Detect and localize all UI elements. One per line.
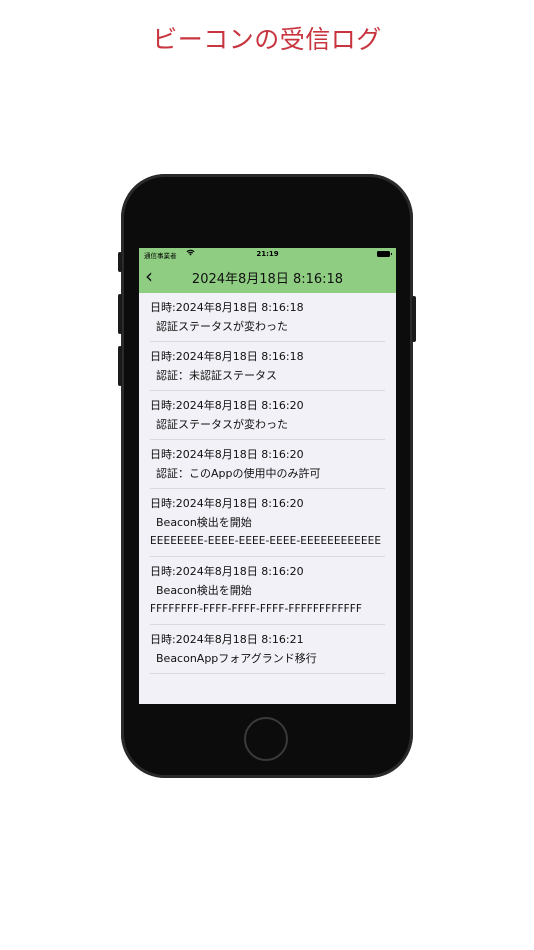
log-date: 日時:2024年8月18日 8:16:21: [150, 633, 304, 646]
log-message: 認証：未認証ステータス: [156, 369, 277, 382]
log-item[interactable]: 日時:2024年8月18日 8:16:20 認証ステータスが変わった: [150, 391, 385, 440]
page-headline: ビーコンの受信ログ: [152, 25, 382, 54]
log-message: 認証：このAppの使用中のみ許可: [156, 467, 321, 480]
battery-icon: [377, 251, 392, 257]
mute-switch: [118, 252, 122, 272]
log-date: 日時:2024年8月18日 8:16:20: [150, 399, 304, 412]
log-item[interactable]: 日時:2024年8月18日 8:16:20 Beacon検出を開始 EEEEEE…: [150, 489, 385, 557]
log-uuid: EEEEEEEE-EEEE-EEEE-EEEE-EEEEEEEEEEEE: [150, 535, 382, 547]
log-date: 日時:2024年8月18日 8:16:20: [150, 565, 304, 578]
log-message: BeaconAppフォアグランド移行: [156, 652, 317, 665]
log-date: 日時:2024年8月18日 8:16:18: [150, 301, 304, 314]
navigation-bar: ‹ 2024年8月18日 8:16:18: [139, 261, 396, 293]
log-message: Beacon検出を開始: [156, 584, 252, 597]
log-list: 日時:2024年8月18日 8:16:18 認証ステータスが変わった 日時:20…: [139, 293, 396, 674]
log-item[interactable]: 日時:2024年8月18日 8:16:18 認証：未認証ステータス: [150, 342, 385, 391]
phone-screen: 通信事業者 21:19 ‹ 2024年8月18日 8:16:18 日時:2024…: [139, 248, 396, 704]
phone-frame: 通信事業者 21:19 ‹ 2024年8月18日 8:16:18 日時:2024…: [118, 174, 416, 778]
log-message: Beacon検出を開始: [156, 516, 252, 529]
home-button[interactable]: [244, 717, 288, 761]
log-item[interactable]: 日時:2024年8月18日 8:16:18 認証ステータスが変わった: [150, 293, 385, 342]
log-item[interactable]: 日時:2024年8月18日 8:16:20 認証：このAppの使用中のみ許可: [150, 440, 385, 489]
volume-down-button: [118, 346, 122, 386]
log-item[interactable]: 日時:2024年8月18日 8:16:21 BeaconAppフォアグランド移行: [150, 625, 385, 674]
log-message: 認証ステータスが変わった: [156, 418, 288, 431]
status-bar: 通信事業者 21:19: [139, 248, 396, 261]
nav-title: 2024年8月18日 8:16:18: [191, 272, 344, 287]
log-date: 日時:2024年8月18日 8:16:18: [150, 350, 304, 363]
app-store-screenshot: ビーコンの受信ログ 通信事業者 21:19 ‹ 2024年8月18日 8:16:…: [0, 0, 534, 950]
log-date: 日時:2024年8月18日 8:16:20: [150, 497, 304, 510]
log-item[interactable]: 日時:2024年8月18日 8:16:20 Beacon検出を開始 FFFFFF…: [150, 557, 385, 625]
log-uuid: FFFFFFFF-FFFF-FFFF-FFFF-FFFFFFFFFFFF: [150, 603, 363, 615]
log-date: 日時:2024年8月18日 8:16:20: [150, 448, 304, 461]
power-button: [412, 296, 416, 342]
status-time: 21:19: [256, 250, 279, 258]
volume-up-button: [118, 294, 122, 334]
log-message: 認証ステータスが変わった: [156, 320, 288, 333]
